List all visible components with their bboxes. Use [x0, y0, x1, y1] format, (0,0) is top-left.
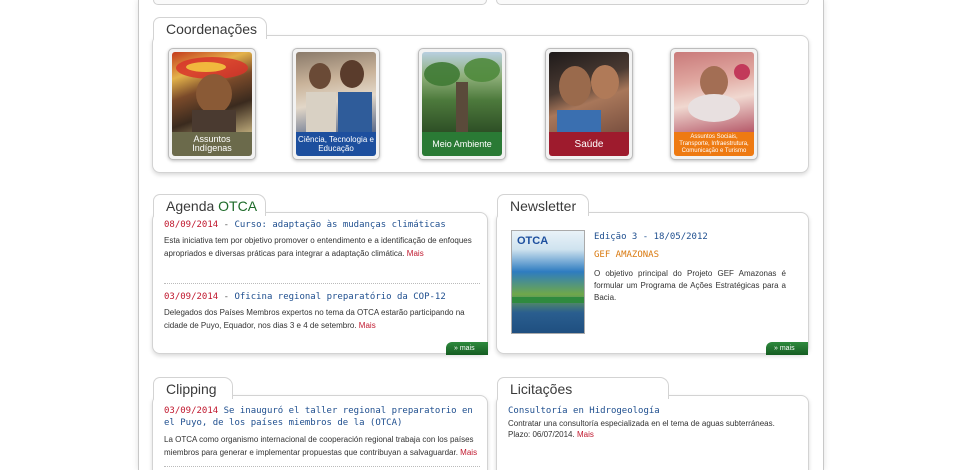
coord-label-indigenous: Assuntos Indígenas	[172, 132, 252, 156]
coord-label-social: Assuntos Sociais, Transporte, Infraestru…	[674, 132, 754, 156]
forest-tree-photo	[422, 52, 502, 132]
agenda-item-more-link[interactable]: Mais	[359, 321, 376, 330]
coord-card-environment[interactable]: Meio Ambiente	[418, 48, 506, 160]
agenda-item-date: 08/09/2014	[164, 220, 219, 230]
mother-child-icon	[557, 65, 619, 132]
coordenacoes-tab: Coordenações	[153, 17, 267, 39]
coord-card-indigenous[interactable]: Assuntos Indígenas	[168, 48, 256, 160]
coordenacoes-title: Coordenações	[166, 21, 258, 37]
indigenous-person-photo	[172, 52, 252, 132]
clipping-title: Clipping	[166, 381, 217, 397]
agenda-item-text: Esta iniciativa tem por objetivo promove…	[164, 236, 472, 258]
agenda-item-body: Delegados dos Países Membros expertos no…	[164, 306, 482, 332]
clipping-tab: Clipping	[153, 377, 233, 399]
top-panel-edge-left	[153, 0, 487, 5]
health-mother-child-photo	[549, 52, 629, 132]
licitacoes-item-1: Consultoría en Hidrogeología Contratar u…	[508, 406, 798, 440]
agenda-item-separator: -	[218, 220, 235, 230]
agenda-item-more-link[interactable]: Mais	[407, 249, 424, 258]
agenda-title-prefix: Agenda	[166, 198, 219, 214]
top-panel-edge-right	[496, 0, 809, 5]
coord-card-health[interactable]: Saúde	[545, 48, 633, 160]
coord-card-social[interactable]: Assuntos Sociais, Transporte, Infraestru…	[670, 48, 758, 160]
licitacoes-title: Licitações	[510, 381, 573, 397]
clipping-item-date: 03/09/2014	[164, 406, 219, 416]
people-icon	[688, 64, 750, 122]
agenda-item-headline-link[interactable]: Oficina regional preparatório da COP-12	[234, 292, 445, 302]
licitacoes-tab: Licitações	[497, 377, 669, 399]
agenda-item-1: 08/09/2014 - Curso: adaptação às mudança…	[164, 220, 482, 260]
agenda-divider	[164, 283, 480, 284]
newsletter-cover-band	[512, 297, 584, 303]
newsletter-tab: Newsletter	[497, 194, 589, 216]
clipping-item-body: La OTCA como organismo internacional de …	[164, 433, 482, 459]
tree-icon	[424, 58, 500, 132]
coord-card-science[interactable]: Ciência, Tecnologia e Educação	[292, 48, 380, 160]
agenda-item-headline-link[interactable]: Curso: adaptação às mudanças climáticas	[234, 220, 445, 230]
agenda-item-separator: -	[218, 292, 235, 302]
newsletter-cover-brand: OTCA	[517, 235, 549, 247]
agenda-item-body: Esta iniciativa tem por objetivo promove…	[164, 234, 482, 260]
clipping-divider	[164, 466, 480, 467]
licitacoes-item-more-link[interactable]: Mais	[577, 430, 594, 439]
licitacoes-item-body: Contratar una consultoría especializada …	[508, 418, 798, 440]
newsletter-body: O objetivo principal do Projeto GEF Amaz…	[594, 269, 786, 302]
newsletter-cover-image[interactable]: OTCA	[511, 230, 585, 334]
agenda-item-2: 03/09/2014 - Oficina regional preparatór…	[164, 292, 482, 332]
coord-label-science: Ciência, Tecnologia e Educação	[296, 132, 376, 156]
agenda-item-date: 03/09/2014	[164, 292, 219, 302]
agenda-more-button[interactable]: » mais	[446, 342, 488, 355]
science-education-photo	[296, 52, 376, 132]
agenda-item-text: Delegados dos Países Membros expertos no…	[164, 308, 465, 330]
newsletter-edition-link[interactable]: Edição 3 - 18/05/2012	[594, 232, 708, 242]
indigenous-headdress-icon	[176, 57, 248, 132]
licitacoes-item-text: Contratar una consultoría especializada …	[508, 419, 775, 439]
clipping-item-more-link[interactable]: Mais	[460, 448, 477, 457]
agenda-title-accent: OTCA	[218, 198, 258, 214]
agenda-tab: Agenda OTCA	[153, 194, 266, 216]
clipping-item-1: 03/09/2014 Se inauguró el taller regiona…	[164, 405, 482, 459]
licitacoes-item-headline-link[interactable]: Consultoría en Hidrogeología	[508, 406, 660, 416]
social-affairs-photo	[674, 52, 754, 132]
newsletter-more-button[interactable]: » mais	[766, 342, 808, 355]
coord-label-environment: Meio Ambiente	[422, 132, 502, 156]
students-icon	[306, 60, 372, 132]
newsletter-subtitle: GEF AMAZONAS	[594, 250, 660, 260]
clipping-item-text: La OTCA como organismo internacional de …	[164, 435, 474, 457]
newsletter-title: Newsletter	[510, 198, 577, 214]
coord-label-health: Saúde	[549, 132, 629, 156]
